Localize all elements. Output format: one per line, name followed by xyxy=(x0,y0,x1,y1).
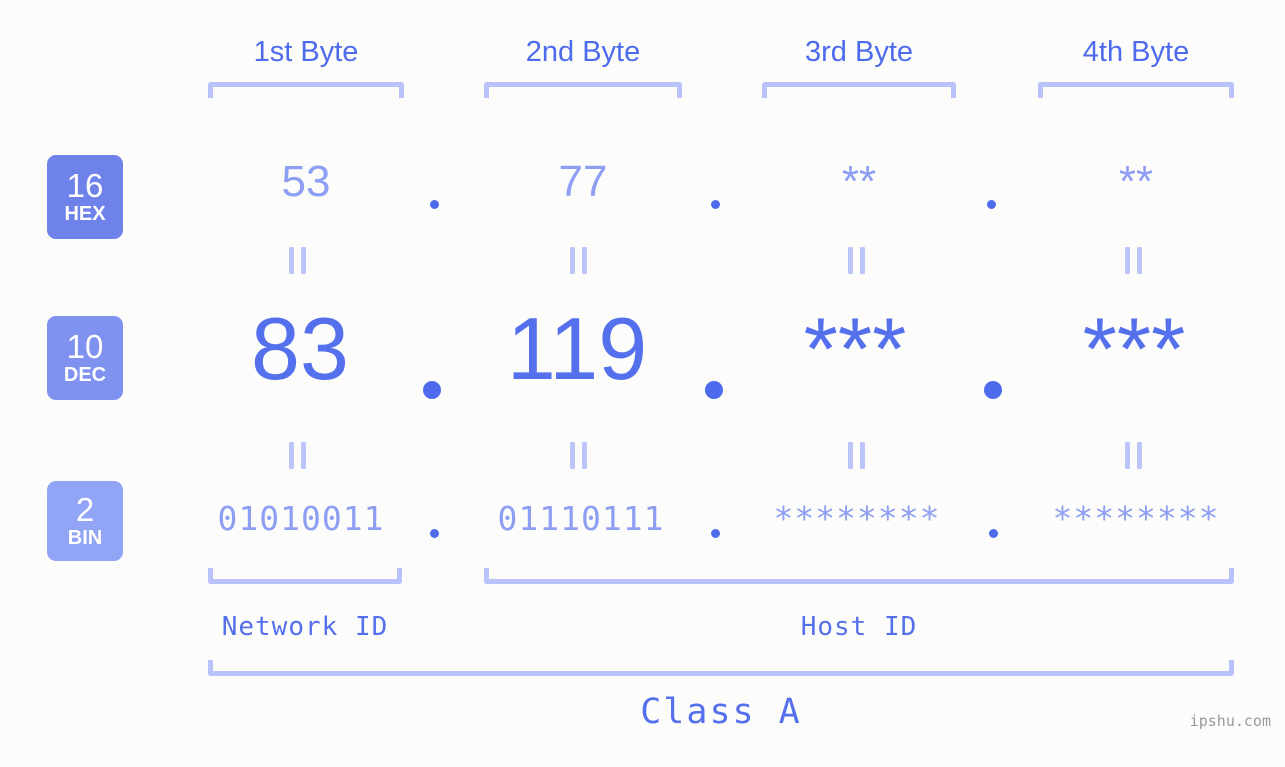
bin-octet-2: 01110111 xyxy=(497,499,665,538)
hex-dot-2 xyxy=(711,200,720,209)
bin-octet-3: ******** xyxy=(773,499,941,538)
dec-dot-2 xyxy=(705,381,723,399)
byte-header-4: 4th Byte xyxy=(1082,36,1190,68)
dec-octet-2: 119 xyxy=(506,299,648,398)
dec-dot-3 xyxy=(984,381,1002,399)
radix-badge-dec: 10 DEC xyxy=(47,316,123,400)
network-id-bracket xyxy=(208,568,402,584)
equals-marker-dec-bin-1 xyxy=(289,442,306,469)
radix-badge-bin-name: BIN xyxy=(67,526,103,549)
hex-dot-1 xyxy=(430,200,439,209)
bin-dot-2 xyxy=(711,529,720,538)
equals-marker-hex-dec-2 xyxy=(570,247,587,274)
host-id-bracket xyxy=(484,568,1234,584)
radix-badge-dec-name: DEC xyxy=(63,363,107,386)
radix-badge-hex: 16 HEX xyxy=(47,155,123,239)
byte-header-1: 1st Byte xyxy=(253,36,359,68)
equals-marker-dec-bin-2 xyxy=(570,442,587,469)
class-bracket xyxy=(208,660,1234,676)
hex-octet-2: 77 xyxy=(558,157,608,206)
class-label: Class A xyxy=(640,692,802,732)
ip-address-diagram: 1st Byte 2nd Byte 3rd Byte 4th Byte 16 H… xyxy=(0,0,1285,767)
host-id-label: Host ID xyxy=(800,612,918,642)
radix-badge-bin: 2 BIN xyxy=(47,481,123,561)
byte-header-3: 3rd Byte xyxy=(805,36,913,68)
byte-bracket-3 xyxy=(762,82,956,98)
equals-marker-hex-dec-4 xyxy=(1125,247,1142,274)
dec-octet-4: *** xyxy=(1082,299,1186,398)
bin-dot-1 xyxy=(430,529,439,538)
byte-header-2: 2nd Byte xyxy=(525,36,641,68)
equals-marker-dec-bin-3 xyxy=(848,442,865,469)
bin-octet-4: ******** xyxy=(1052,499,1220,538)
hex-octet-1: 53 xyxy=(281,157,331,206)
byte-bracket-2 xyxy=(484,82,682,98)
bin-dot-3 xyxy=(989,529,998,538)
hex-octet-3: ** xyxy=(841,157,877,206)
radix-badge-dec-number: 10 xyxy=(66,327,104,365)
hex-octet-4: ** xyxy=(1118,157,1154,206)
bin-octet-1: 01010011 xyxy=(217,499,385,538)
byte-bracket-4 xyxy=(1038,82,1234,98)
equals-marker-hex-dec-3 xyxy=(848,247,865,274)
dec-octet-1: 83 xyxy=(251,299,349,398)
dec-octet-3: *** xyxy=(803,299,907,398)
hex-dot-3 xyxy=(987,200,996,209)
dec-dot-1 xyxy=(423,381,441,399)
site-watermark: ipshu.com xyxy=(1189,712,1271,730)
equals-marker-dec-bin-4 xyxy=(1125,442,1142,469)
network-id-label: Network ID xyxy=(221,612,389,642)
byte-bracket-1 xyxy=(208,82,404,98)
equals-marker-hex-dec-1 xyxy=(289,247,306,274)
radix-badge-hex-name: HEX xyxy=(64,202,106,225)
radix-badge-hex-number: 16 xyxy=(66,166,104,204)
radix-badge-bin-number: 2 xyxy=(75,490,95,528)
